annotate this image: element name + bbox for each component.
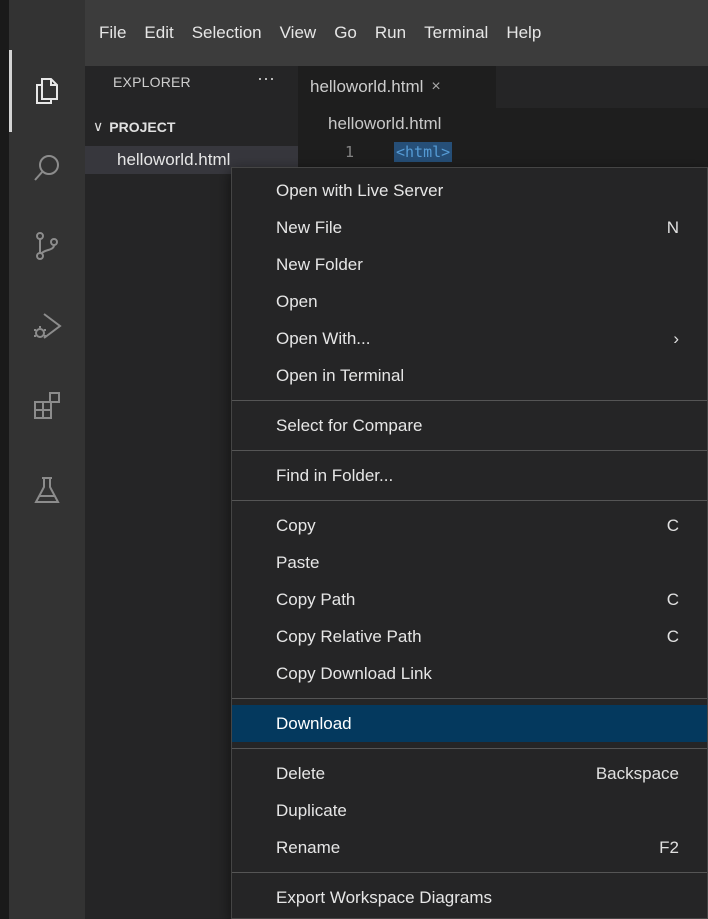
menu-item-shortcut: C [666,626,679,646]
tab-label: helloworld.html [310,77,424,96]
menu-item-label: New File [276,217,343,237]
testing-icon[interactable] [9,462,85,518]
menu-item-new-file[interactable]: New File N [232,209,707,246]
extensions-icon[interactable] [9,378,85,434]
source-control-icon[interactable] [9,218,85,274]
menu-item-open-with[interactable]: Open With... › [232,320,707,357]
menu-item-delete[interactable]: Delete Backspace [232,755,707,792]
menu-item-shortcut: N [666,217,679,237]
menu-bar: File Edit Selection View Go Run Terminal… [85,0,708,66]
menu-selection[interactable]: Selection [192,23,262,43]
menu-file[interactable]: File [99,23,126,43]
menu-view[interactable]: View [280,23,317,43]
menu-item-label: Copy Download Link [276,663,432,683]
menu-item-new-folder[interactable]: New Folder [232,246,707,283]
menu-item-label: Duplicate [276,800,347,820]
search-icon[interactable] [9,140,85,196]
menu-item-shortcut: C [666,589,679,609]
menu-item-label: Copy Relative Path [276,626,422,646]
menu-item-shortcut: C [666,515,679,535]
file-name: helloworld.html [117,150,231,169]
menu-item-label: Export Workspace Diagrams [276,887,493,907]
menu-item-copy[interactable]: Copy C [232,507,707,544]
menu-item-open-with-live-server[interactable]: Open with Live Server [232,172,707,209]
menu-item-label: Copy [276,515,316,535]
files-icon[interactable] [9,62,85,118]
menu-item-label: Copy Path [276,589,356,609]
tab-bar: helloworld.html × [298,66,708,108]
menu-edit[interactable]: Edit [144,23,173,43]
breadcrumb[interactable]: helloworld.html [328,114,441,134]
menu-item-label: Open with Live Server [276,180,444,200]
menu-item-label: Open [276,291,318,311]
menu-item-export-workspace-diagrams[interactable]: Export Workspace Diagrams [232,879,707,916]
menu-item-label: Download [276,713,352,733]
menu-help[interactable]: Help [506,23,541,43]
menu-separator [232,500,707,501]
project-folder-header[interactable]: ∨ PROJECT [93,118,175,135]
close-icon[interactable]: × [431,78,440,96]
menu-separator [232,698,707,699]
menu-item-label: Select for Compare [276,415,423,435]
chevron-right-icon: › [673,328,679,348]
vscode-window: File Edit Selection View Go Run Terminal… [0,0,708,919]
menu-item-label: New Folder [276,254,363,274]
line-number: 1 [344,143,354,161]
code-text: <html> [394,142,453,162]
menu-item-label: Delete [276,763,326,783]
menu-item-label: Open in Terminal [276,365,405,385]
menu-terminal[interactable]: Terminal [424,23,488,43]
menu-item-open-in-terminal[interactable]: Open in Terminal [232,357,707,394]
menu-separator [232,748,707,749]
menu-item-rename[interactable]: Rename F2 [232,829,707,866]
run-debug-icon[interactable] [9,298,85,354]
activity-bar [0,0,85,919]
menu-separator [232,872,707,873]
chevron-down-icon: ∨ [93,118,104,134]
more-actions-icon[interactable]: ··· [257,68,275,89]
menu-item-copy-path[interactable]: Copy Path C [232,581,707,618]
menu-item-shortcut: F2 [659,837,679,857]
menu-item-copy-relative-path[interactable]: Copy Relative Path C [232,618,707,655]
menu-run[interactable]: Run [375,23,406,43]
tab-helloworld[interactable]: helloworld.html × [298,66,496,108]
menu-item-label: Paste [276,552,320,572]
menu-item-open[interactable]: Open [232,283,707,320]
menu-item-label: Find in Folder... [276,465,394,485]
menu-item-download[interactable]: Download [232,705,707,742]
menu-item-shortcut: Backspace [595,763,679,783]
explorer-title: EXPLORER [113,74,191,90]
menu-item-label: Open With... [276,328,371,348]
menu-item-copy-download-link[interactable]: Copy Download Link [232,655,707,692]
menu-separator [232,450,707,451]
project-label: PROJECT [109,118,176,135]
menu-item-find-in-folder[interactable]: Find in Folder... [232,457,707,494]
code-line[interactable]: 1 <html> [298,142,453,162]
menu-go[interactable]: Go [334,23,357,43]
menu-item-label: Rename [276,837,341,857]
menu-item-paste[interactable]: Paste [232,544,707,581]
menu-item-select-for-compare[interactable]: Select for Compare [232,407,707,444]
menu-separator [232,400,707,401]
context-menu: Open with Live Server New File N New Folder… [231,167,708,919]
menu-item-duplicate[interactable]: Duplicate [232,792,707,829]
